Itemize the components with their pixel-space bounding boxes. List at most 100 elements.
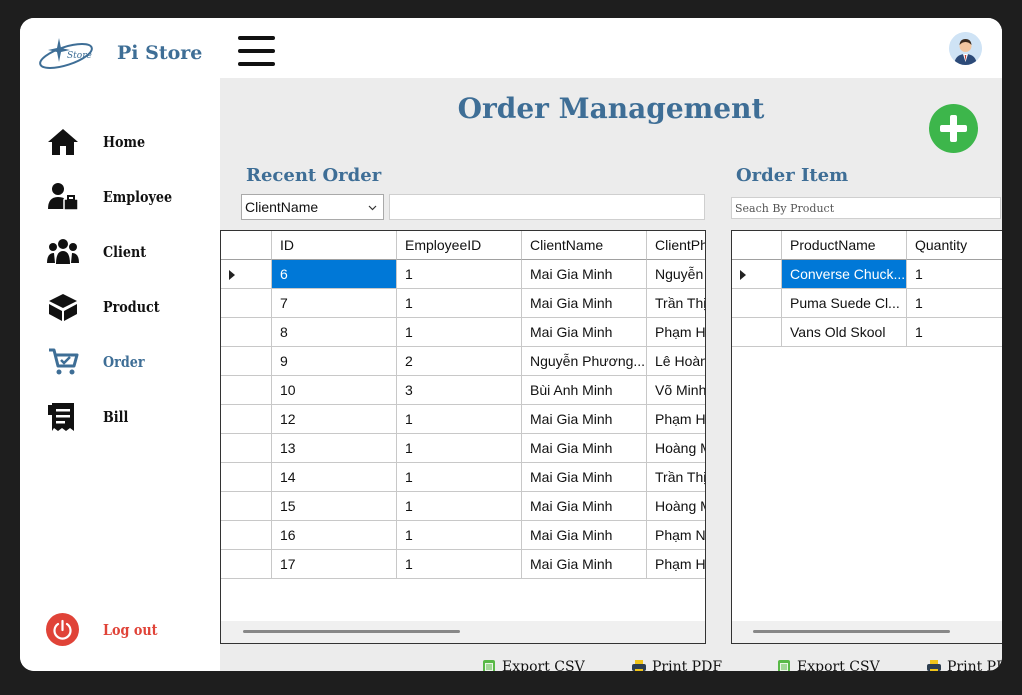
table-cell[interactable]: 1 [397, 260, 522, 289]
table-cell[interactable]: 16 [272, 521, 397, 550]
table-cell[interactable]: 7 [272, 289, 397, 318]
table-cell[interactable]: Bùi Anh Minh [522, 376, 647, 405]
table-cell[interactable]: 1 [397, 550, 522, 579]
table-row[interactable]: Converse Chuck... 1 [732, 260, 1002, 289]
sidebar-item-order[interactable]: Order [44, 342, 214, 382]
row-header[interactable] [221, 405, 272, 434]
table-cell[interactable]: 1 [907, 260, 1002, 289]
scrollbar-thumb[interactable] [753, 630, 950, 633]
table-cell[interactable]: 1 [397, 434, 522, 463]
sidebar-item-client[interactable]: Client [44, 232, 214, 272]
table-row[interactable]: 81Mai Gia MinhPhạm Hồ [221, 318, 705, 347]
sidebar-item-employee[interactable]: Employee [44, 177, 214, 217]
items-print-pdf-button[interactable]: Print PDF [927, 658, 1002, 671]
avatar[interactable] [949, 32, 982, 65]
sidebar-item-home[interactable]: Home [44, 122, 214, 162]
table-cell[interactable]: Mai Gia Minh [522, 521, 647, 550]
filter-input[interactable] [389, 194, 705, 220]
table-row[interactable]: 9 2 Nguyễn Phương... Lê Hoàn [221, 347, 705, 376]
table-cell[interactable]: Trần Thị [647, 289, 705, 318]
row-header[interactable] [221, 260, 272, 289]
table-cell[interactable]: Hoàng M [647, 492, 705, 521]
row-header[interactable] [221, 492, 272, 521]
table-cell[interactable]: 15 [272, 492, 397, 521]
row-header[interactable] [732, 260, 782, 289]
table-cell[interactable]: Võ Minh [647, 376, 705, 405]
table-cell[interactable]: Vans Old Skool [782, 318, 907, 347]
table-row[interactable]: Puma Suede Cl... 1 [732, 289, 1002, 318]
table-row[interactable]: 161Mai Gia MinhPhạm Nh [221, 521, 705, 550]
row-header[interactable] [221, 318, 272, 347]
table-row[interactable]: 7 1 Mai Gia Minh Trần Thị [221, 289, 705, 318]
table-row[interactable]: 171Mai Gia MinhPhạm Hồ [221, 550, 705, 579]
table-row[interactable]: Vans Old Skool 1 [732, 318, 1002, 347]
column-header[interactable]: ClientName [522, 231, 647, 260]
table-cell[interactable]: Mai Gia Minh [522, 434, 647, 463]
table-cell[interactable]: 14 [272, 463, 397, 492]
table-row[interactable]: 6 1 Mai Gia Minh Nguyễn [221, 260, 705, 289]
row-header[interactable] [221, 463, 272, 492]
items-export-csv-button[interactable]: Export CSV [777, 658, 881, 671]
table-cell[interactable]: Mai Gia Minh [522, 289, 647, 318]
sidebar-item-bill[interactable]: Bill [44, 397, 214, 437]
column-header[interactable]: ClientPh [647, 231, 705, 260]
row-header[interactable] [221, 434, 272, 463]
table-cell[interactable]: 1 [397, 492, 522, 521]
table-cell[interactable]: 1 [397, 289, 522, 318]
filter-field-select[interactable]: ClientName [241, 194, 384, 220]
row-header[interactable] [221, 550, 272, 579]
table-cell[interactable]: 1 [907, 289, 1002, 318]
horizontal-scrollbar[interactable] [221, 621, 705, 643]
horizontal-scrollbar[interactable] [732, 621, 1002, 643]
table-cell[interactable]: 1 [397, 318, 522, 347]
column-header[interactable]: ID [272, 231, 397, 260]
column-header[interactable]: ProductName [782, 231, 907, 260]
row-header[interactable] [221, 347, 272, 376]
table-cell[interactable]: Mai Gia Minh [522, 260, 647, 289]
row-header[interactable] [732, 289, 782, 318]
table-cell[interactable]: Lê Hoàn [647, 347, 705, 376]
table-cell[interactable]: Nguyễn [647, 260, 705, 289]
logout-button[interactable]: Log out [46, 613, 196, 653]
table-cell[interactable]: 12 [272, 405, 397, 434]
table-cell[interactable]: 10 [272, 376, 397, 405]
table-cell[interactable]: 3 [397, 376, 522, 405]
table-cell[interactable]: 1 [907, 318, 1002, 347]
add-order-button[interactable] [929, 104, 978, 153]
row-header[interactable] [221, 521, 272, 550]
table-cell[interactable]: Mai Gia Minh [522, 550, 647, 579]
table-cell[interactable]: Mai Gia Minh [522, 492, 647, 521]
orders-export-csv-button[interactable]: Export CSV [482, 658, 586, 671]
scrollbar-thumb[interactable] [243, 630, 460, 633]
orders-print-pdf-button[interactable]: Print PDF [632, 658, 722, 671]
table-row[interactable]: 151Mai Gia MinhHoàng M [221, 492, 705, 521]
table-cell[interactable]: Nguyễn Phương... [522, 347, 647, 376]
table-cell[interactable]: Hoàng M [647, 434, 705, 463]
table-cell[interactable]: Mai Gia Minh [522, 463, 647, 492]
table-cell[interactable]: 1 [397, 405, 522, 434]
table-cell[interactable]: 17 [272, 550, 397, 579]
row-header[interactable] [221, 376, 272, 405]
table-cell[interactable]: 2 [397, 347, 522, 376]
order-items-table[interactable]: ProductName Quantity Converse Chuck... 1 P… [731, 230, 1002, 644]
table-cell[interactable]: Mai Gia Minh [522, 318, 647, 347]
sidebar-item-product[interactable]: Product [44, 287, 214, 327]
row-header[interactable] [732, 318, 782, 347]
menu-icon[interactable] [238, 36, 276, 66]
table-cell[interactable]: 1 [397, 463, 522, 492]
table-cell[interactable]: Phạm Nh [647, 521, 705, 550]
table-cell[interactable]: Phạm Hồ [647, 318, 705, 347]
table-cell[interactable]: Trần Thị [647, 463, 705, 492]
table-cell[interactable]: 6 [272, 260, 397, 289]
table-row[interactable]: 131Mai Gia MinhHoàng M [221, 434, 705, 463]
table-cell[interactable]: Mai Gia Minh [522, 405, 647, 434]
table-row[interactable]: 121Mai Gia MinhPhạm Hồ [221, 405, 705, 434]
row-header[interactable] [221, 289, 272, 318]
column-header[interactable]: Quantity [907, 231, 1002, 260]
column-header[interactable]: EmployeeID [397, 231, 522, 260]
table-row[interactable]: 10 3 Bùi Anh Minh Võ Minh [221, 376, 705, 405]
orders-table[interactable]: ID EmployeeID ClientName ClientPh 6 1 Mai … [220, 230, 706, 644]
table-cell[interactable]: 1 [397, 521, 522, 550]
table-cell[interactable]: Converse Chuck... [782, 260, 907, 289]
table-cell[interactable]: 8 [272, 318, 397, 347]
